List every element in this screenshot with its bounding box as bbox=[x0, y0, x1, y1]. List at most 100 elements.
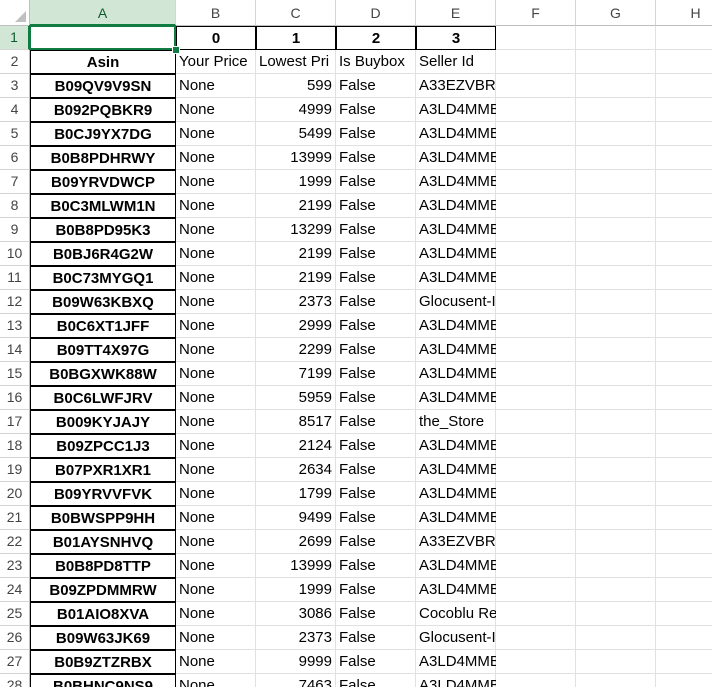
seller-id-cell[interactable]: A3LD4MMBBTHP7M bbox=[416, 170, 496, 194]
lowest-price-cell[interactable]: 7463 bbox=[256, 674, 336, 687]
your-price-cell[interactable]: None bbox=[176, 650, 256, 674]
column-header-g[interactable]: G bbox=[576, 0, 656, 26]
your-price-cell[interactable]: None bbox=[176, 362, 256, 386]
row-header-18[interactable]: 18 bbox=[0, 434, 30, 458]
your-price-cell[interactable]: None bbox=[176, 146, 256, 170]
is-buybox-cell[interactable]: False bbox=[336, 674, 416, 687]
row-header-15[interactable]: 15 bbox=[0, 362, 30, 386]
lowest-price-cell[interactable]: 4999 bbox=[256, 98, 336, 122]
seller-id-cell[interactable]: A3LD4MMBBTHP7M bbox=[416, 674, 496, 687]
is-buybox-cell[interactable]: False bbox=[336, 650, 416, 674]
lowest-price-cell[interactable]: 2999 bbox=[256, 314, 336, 338]
lowest-price-cell[interactable]: 2199 bbox=[256, 194, 336, 218]
lowest-price-cell[interactable]: 1799 bbox=[256, 482, 336, 506]
asin-cell[interactable]: B01AIO8XVA bbox=[30, 602, 176, 626]
is-buybox-cell[interactable]: False bbox=[336, 194, 416, 218]
your-price-cell[interactable]: None bbox=[176, 530, 256, 554]
lowest-price-cell[interactable]: 2634 bbox=[256, 458, 336, 482]
asin-cell[interactable]: B092PQBKR9 bbox=[30, 98, 176, 122]
your-price-cell[interactable]: None bbox=[176, 290, 256, 314]
is-buybox-cell[interactable]: False bbox=[336, 554, 416, 578]
row-header-17[interactable]: 17 bbox=[0, 410, 30, 434]
is-buybox-cell[interactable]: False bbox=[336, 314, 416, 338]
seller-id-cell[interactable]: A3LD4MMBBTHP7M bbox=[416, 362, 496, 386]
column-title-cell[interactable]: Seller Id bbox=[416, 50, 496, 74]
asin-cell[interactable]: B0C3MLWM1N bbox=[30, 194, 176, 218]
select-all-corner[interactable] bbox=[0, 0, 30, 26]
is-buybox-cell[interactable]: False bbox=[336, 506, 416, 530]
is-buybox-cell[interactable]: False bbox=[336, 482, 416, 506]
asin-cell[interactable]: B09W63KBXQ bbox=[30, 290, 176, 314]
asin-cell[interactable]: B0B8PD8TTP bbox=[30, 554, 176, 578]
row-header-7[interactable]: 7 bbox=[0, 170, 30, 194]
your-price-cell[interactable]: None bbox=[176, 482, 256, 506]
is-buybox-cell[interactable]: False bbox=[336, 602, 416, 626]
is-buybox-cell[interactable]: False bbox=[336, 386, 416, 410]
your-price-cell[interactable]: None bbox=[176, 194, 256, 218]
is-buybox-cell[interactable]: False bbox=[336, 218, 416, 242]
row-header-5[interactable]: 5 bbox=[0, 122, 30, 146]
lowest-price-cell[interactable]: 2199 bbox=[256, 242, 336, 266]
header-index-cell[interactable]: 0 bbox=[176, 26, 256, 50]
row-header-26[interactable]: 26 bbox=[0, 626, 30, 650]
asin-cell[interactable]: B0B9ZTZRBX bbox=[30, 650, 176, 674]
row-header-20[interactable]: 20 bbox=[0, 482, 30, 506]
row-header-25[interactable]: 25 bbox=[0, 602, 30, 626]
seller-id-cell[interactable]: A3LD4MMBBTHP7M bbox=[416, 386, 496, 410]
cell-a1[interactable] bbox=[30, 26, 176, 50]
row-header-1[interactable]: 1 bbox=[0, 26, 30, 50]
asin-cell[interactable]: B0BHNC9NS9 bbox=[30, 674, 176, 687]
seller-id-cell[interactable]: A3LD4MMBBTHP7M bbox=[416, 338, 496, 362]
is-buybox-cell[interactable]: False bbox=[336, 434, 416, 458]
lowest-price-cell[interactable]: 8517 bbox=[256, 410, 336, 434]
asin-cell[interactable]: B09YRVDWCP bbox=[30, 170, 176, 194]
your-price-cell[interactable]: None bbox=[176, 74, 256, 98]
your-price-cell[interactable]: None bbox=[176, 410, 256, 434]
seller-id-cell[interactable]: Cocoblu Retail bbox=[416, 602, 496, 626]
your-price-cell[interactable]: None bbox=[176, 458, 256, 482]
lowest-price-cell[interactable]: 2373 bbox=[256, 290, 336, 314]
lowest-price-cell[interactable]: 2299 bbox=[256, 338, 336, 362]
seller-id-cell[interactable]: A3LD4MMBBTHP7M bbox=[416, 98, 496, 122]
row-header-12[interactable]: 12 bbox=[0, 290, 30, 314]
your-price-cell[interactable]: None bbox=[176, 218, 256, 242]
column-title-cell[interactable]: Is Buybox bbox=[336, 50, 416, 74]
is-buybox-cell[interactable]: False bbox=[336, 530, 416, 554]
lowest-price-cell[interactable]: 1999 bbox=[256, 578, 336, 602]
is-buybox-cell[interactable]: False bbox=[336, 146, 416, 170]
is-buybox-cell[interactable]: False bbox=[336, 578, 416, 602]
asin-cell[interactable]: B09W63JK69 bbox=[30, 626, 176, 650]
seller-id-cell[interactable]: A33EZVBRH7LQVA bbox=[416, 74, 496, 98]
seller-id-cell[interactable]: A33EZVBRH7LQVA bbox=[416, 530, 496, 554]
lowest-price-cell[interactable]: 7199 bbox=[256, 362, 336, 386]
lowest-price-cell[interactable]: 13299 bbox=[256, 218, 336, 242]
your-price-cell[interactable]: None bbox=[176, 554, 256, 578]
asin-cell[interactable]: B01AYSNHVQ bbox=[30, 530, 176, 554]
row-header-6[interactable]: 6 bbox=[0, 146, 30, 170]
lowest-price-cell[interactable]: 2124 bbox=[256, 434, 336, 458]
row-header-11[interactable]: 11 bbox=[0, 266, 30, 290]
seller-id-cell[interactable]: A3LD4MMBBTHP7M bbox=[416, 458, 496, 482]
asin-cell[interactable]: B0C6XT1JFF bbox=[30, 314, 176, 338]
is-buybox-cell[interactable]: False bbox=[336, 410, 416, 434]
is-buybox-cell[interactable]: False bbox=[336, 266, 416, 290]
row-header-19[interactable]: 19 bbox=[0, 458, 30, 482]
seller-id-cell[interactable]: Glocusent-IN bbox=[416, 290, 496, 314]
lowest-price-cell[interactable]: 9499 bbox=[256, 506, 336, 530]
your-price-cell[interactable]: None bbox=[176, 506, 256, 530]
row-header-14[interactable]: 14 bbox=[0, 338, 30, 362]
seller-id-cell[interactable]: A3LD4MMBBTHP7M bbox=[416, 554, 496, 578]
asin-cell[interactable]: B0BGXWK88W bbox=[30, 362, 176, 386]
your-price-cell[interactable]: None bbox=[176, 602, 256, 626]
your-price-cell[interactable]: None bbox=[176, 98, 256, 122]
seller-id-cell[interactable]: A3LD4MMBBTHP7M bbox=[416, 482, 496, 506]
row-header-22[interactable]: 22 bbox=[0, 530, 30, 554]
column-header-h[interactable]: H bbox=[656, 0, 712, 26]
asin-cell[interactable]: B09ZPCC1J3 bbox=[30, 434, 176, 458]
row-header-13[interactable]: 13 bbox=[0, 314, 30, 338]
row-header-21[interactable]: 21 bbox=[0, 506, 30, 530]
column-title-cell[interactable]: Lowest Pri bbox=[256, 50, 336, 74]
is-buybox-cell[interactable]: False bbox=[336, 98, 416, 122]
seller-id-cell[interactable]: A3LD4MMBBTHP7M bbox=[416, 218, 496, 242]
is-buybox-cell[interactable]: False bbox=[336, 242, 416, 266]
